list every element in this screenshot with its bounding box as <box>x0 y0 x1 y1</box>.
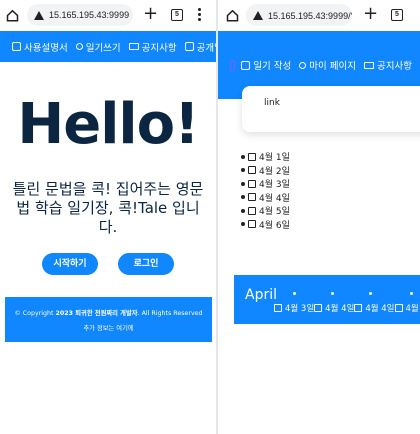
left-window: 15.165.195.43:9999 + 5 사용설명서 일기쓰기 공지사항 공… <box>0 0 216 434</box>
browser-toolbar: 15.165.195.43:9999/일 + 5 <box>218 0 420 31</box>
brand-logo-icon[interactable] <box>230 59 236 71</box>
document-icon <box>248 193 256 202</box>
list-item[interactable]: 4월 5일 <box>241 204 290 218</box>
navbar: 사용설명서 일기쓰기 공지사항 공개일 <box>0 31 216 62</box>
nav-item-notice[interactable]: 공지사항 <box>128 40 177 54</box>
tab-switcher-button[interactable]: 5 <box>391 9 403 21</box>
not-secure-warning-icon[interactable] <box>34 10 44 20</box>
calendar-event[interactable]: 4월 5일 <box>394 302 420 314</box>
home-icon[interactable] <box>6 9 19 22</box>
calendar-dot <box>331 292 334 295</box>
link-card[interactable]: link <box>242 86 420 132</box>
menu-icon[interactable] <box>198 8 201 23</box>
calendar-month: April <box>245 287 277 303</box>
bullet-icon <box>241 181 245 186</box>
diary-date-list: 4월 1일 4월 2일 4월 3일 4월 4일 4월 5일 4월 6일 <box>241 150 290 231</box>
new-tab-icon[interactable]: + <box>143 3 158 25</box>
nav-item-write-diary[interactable]: 일기쓰기 <box>75 40 121 54</box>
list-icon <box>184 42 194 51</box>
nav-item-notice[interactable]: 공지사항 <box>364 58 412 72</box>
document-icon <box>12 42 21 51</box>
url-text: 15.165.195.43:9999 <box>49 10 130 20</box>
login-button[interactable]: 로그인 <box>118 253 174 275</box>
start-button[interactable]: 시작하기 <box>42 253 98 275</box>
nav-item-my-page[interactable]: 마이 페이지 <box>299 58 356 72</box>
bullet-icon <box>241 154 245 159</box>
list-item[interactable]: 4월 4일 <box>241 191 290 205</box>
home-icon[interactable] <box>226 9 239 22</box>
calendar-event[interactable]: 4월 4일 <box>314 302 354 314</box>
address-bar[interactable]: 15.165.195.43:9999/일 <box>246 4 352 26</box>
list-item[interactable]: 4월 1일 <box>241 150 290 164</box>
card-link-text[interactable]: link <box>264 98 280 108</box>
url-text: 15.165.195.43:9999/일 <box>268 10 352 21</box>
calendar-events: 4월 3일 4월 4일 4월 4일 4월 5일 4월 <box>274 302 420 314</box>
address-bar[interactable]: 15.165.195.43:9999 <box>27 4 133 26</box>
browser-toolbar: 15.165.195.43:9999 + 5 <box>0 0 216 31</box>
more-info-link[interactable]: 추가 정보는 여기에 <box>5 323 212 332</box>
document-icon <box>394 304 403 312</box>
list-item[interactable]: 4월 3일 <box>241 177 290 191</box>
bullet-icon <box>241 222 245 227</box>
mail-icon <box>128 43 139 50</box>
mail-icon <box>364 61 375 69</box>
copyright-text: © Copyright 2023 퇴귀한 천원짜리 개발자. All Right… <box>14 310 203 317</box>
calendar-dot <box>369 292 372 295</box>
document-icon <box>274 304 282 312</box>
document-icon <box>248 179 256 188</box>
document-icon <box>241 60 251 70</box>
list-item[interactable]: 4월 6일 <box>241 218 290 232</box>
calendar-strip: April 4월 3일 4월 4일 4월 4일 4월 5일 4월 <box>234 275 420 324</box>
bullet-icon <box>241 195 245 200</box>
hero-title: Hello! <box>17 92 199 157</box>
new-tab-icon[interactable]: + <box>363 3 378 25</box>
nav-item-public[interactable]: 공개일 <box>184 40 216 54</box>
document-icon <box>314 304 323 312</box>
calendar-dot <box>410 292 413 295</box>
tab-switcher-button[interactable]: 5 <box>171 9 183 21</box>
hero-tagline: 틀린 문법을 콕! 집어주는 영문법 학습 일기장, 콕!Tale 입니다. <box>12 180 204 236</box>
footer: © Copyright 2023 퇴귀한 천원짜리 개발자. All Right… <box>5 297 212 342</box>
nav-item-manual[interactable]: 사용설명서 <box>12 40 68 54</box>
calendar-event[interactable]: 4월 4일 <box>354 302 395 314</box>
list-item[interactable]: 4월 2일 <box>241 164 290 178</box>
user-icon <box>299 61 307 69</box>
user-icon <box>75 43 83 50</box>
calendar-dot <box>293 292 296 295</box>
not-secure-warning-icon[interactable] <box>253 10 263 20</box>
document-icon <box>354 304 363 312</box>
document-icon <box>248 206 256 215</box>
calendar-event[interactable]: 4월 3일 <box>274 302 314 314</box>
right-window: 15.165.195.43:9999/일 + 5 일기 작성 마이 페이지 공지… <box>218 0 420 434</box>
document-icon <box>248 220 256 229</box>
bullet-icon <box>241 208 245 213</box>
document-icon <box>248 152 256 161</box>
bullet-icon <box>241 168 245 173</box>
nav-item-write-diary[interactable]: 일기 작성 <box>241 58 291 72</box>
document-icon <box>248 166 256 175</box>
